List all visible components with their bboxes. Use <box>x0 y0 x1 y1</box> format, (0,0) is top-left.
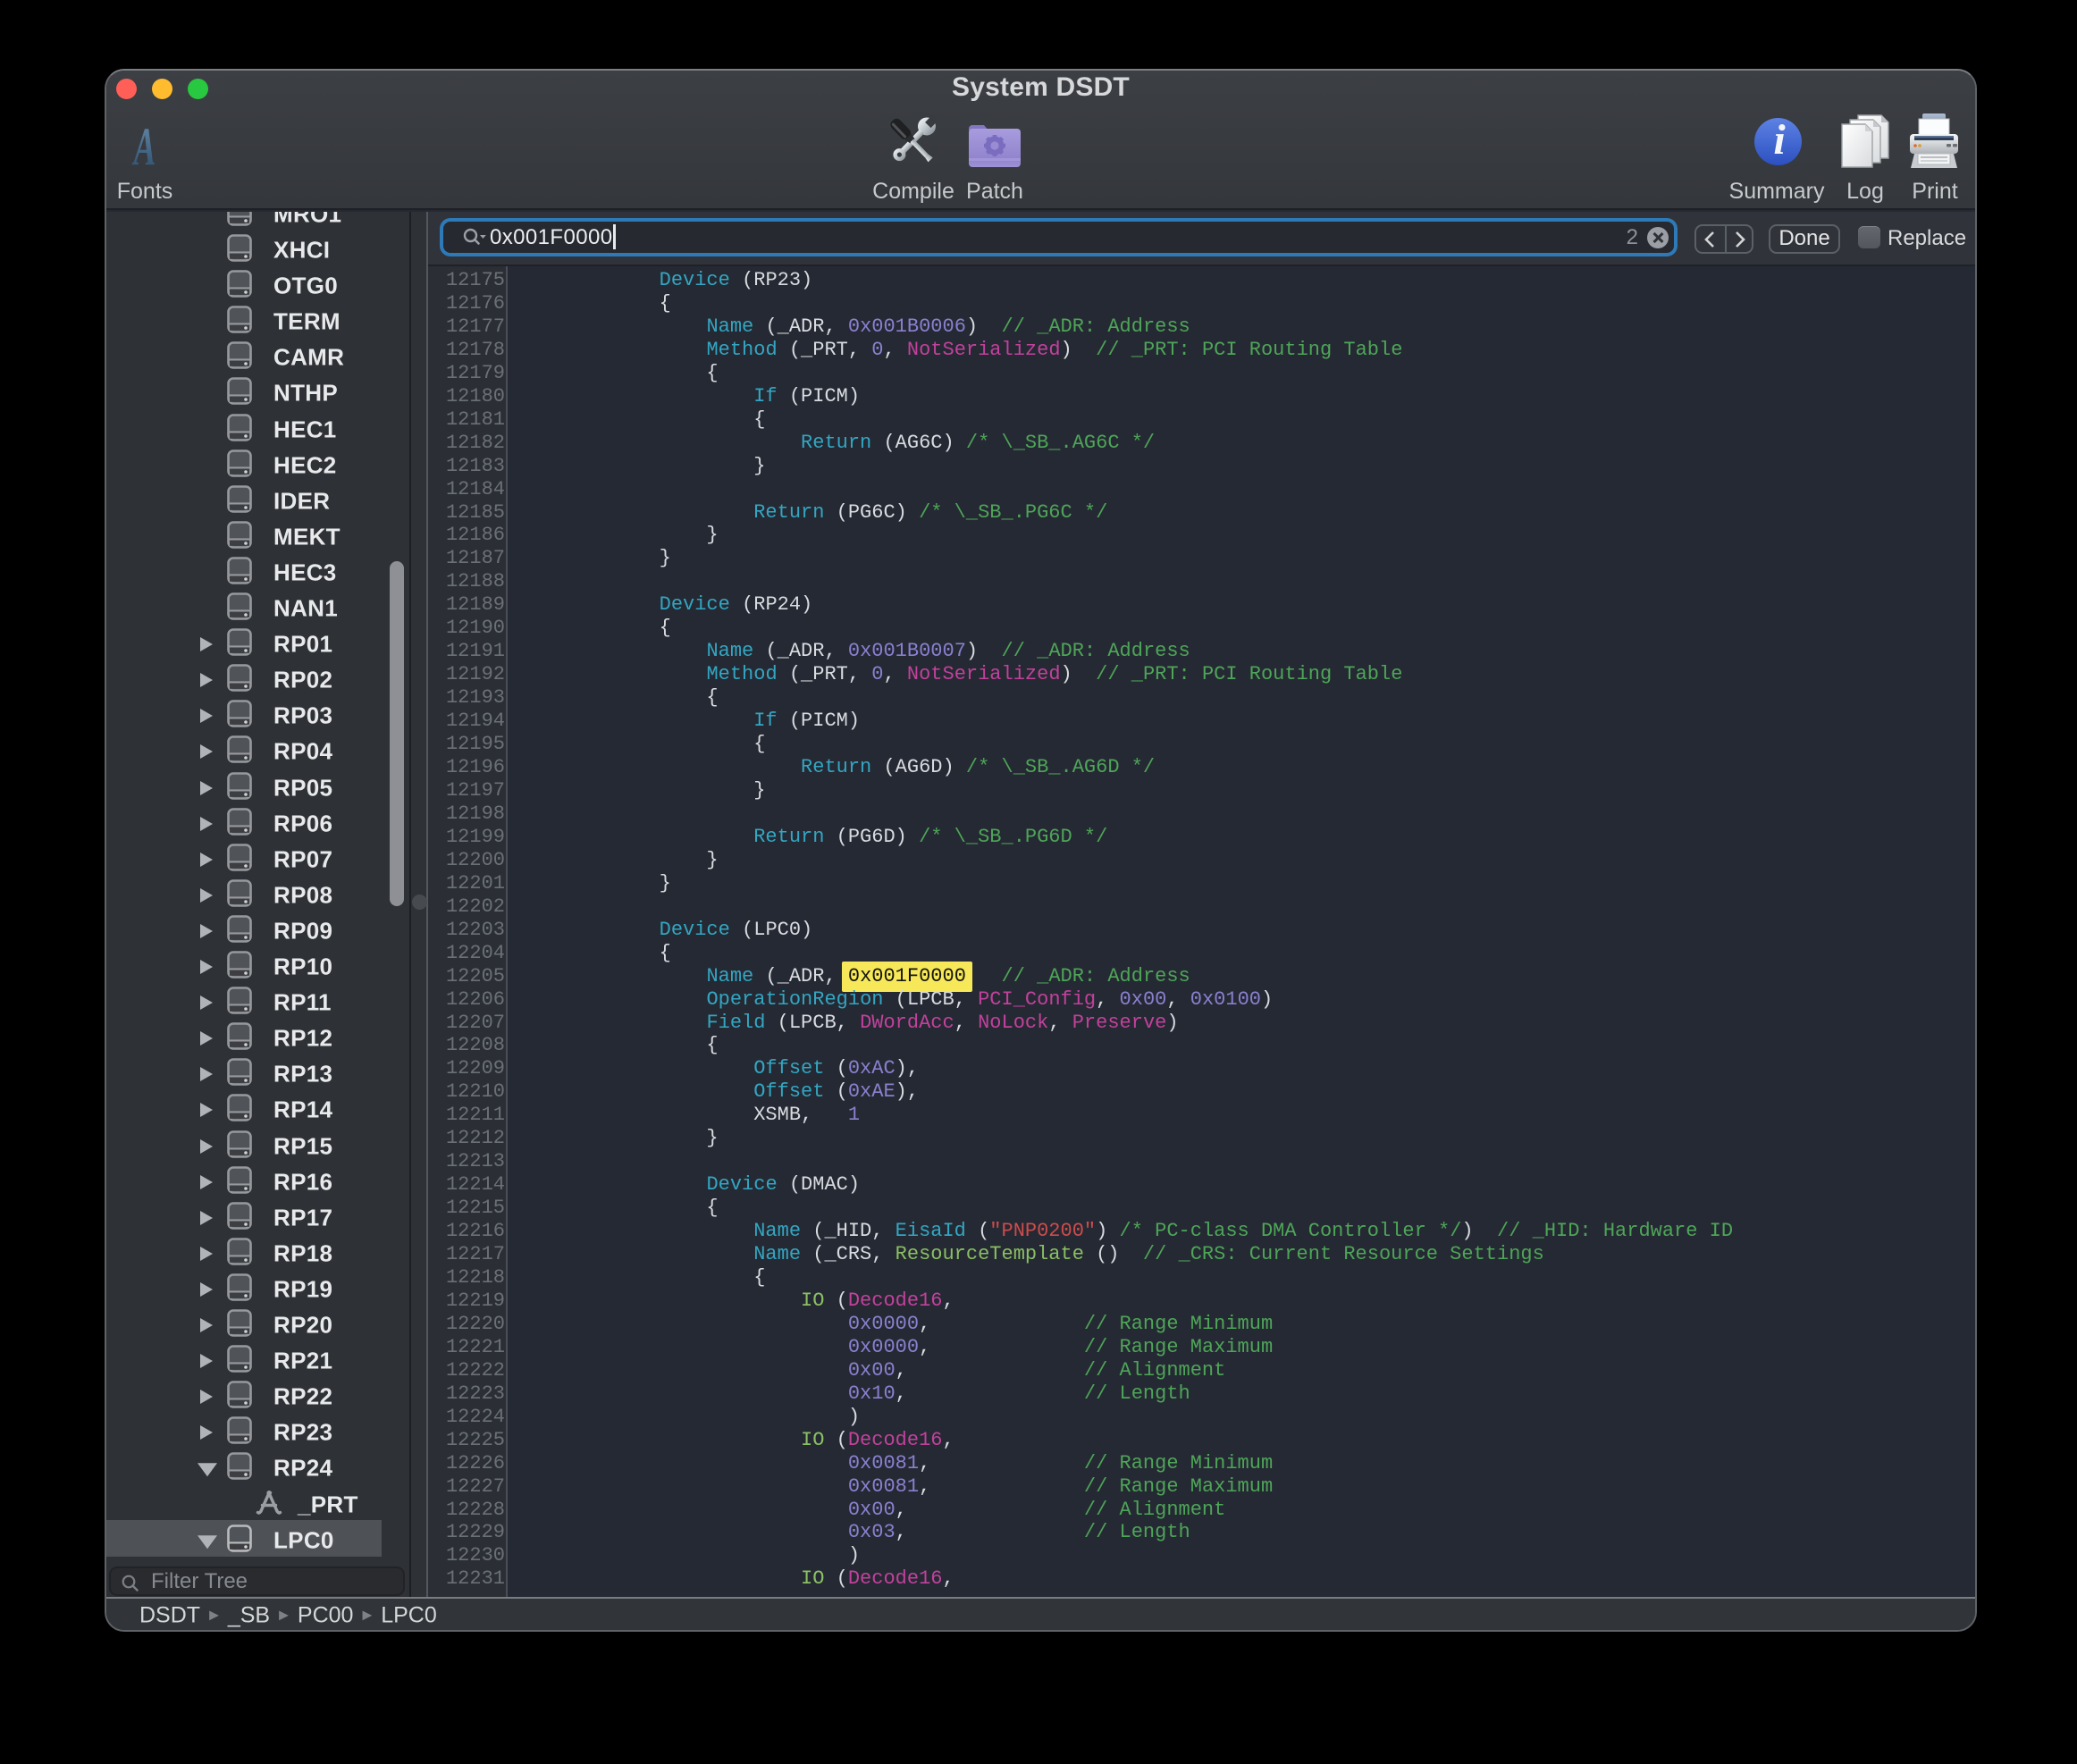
svg-text:i: i <box>1773 117 1786 164</box>
